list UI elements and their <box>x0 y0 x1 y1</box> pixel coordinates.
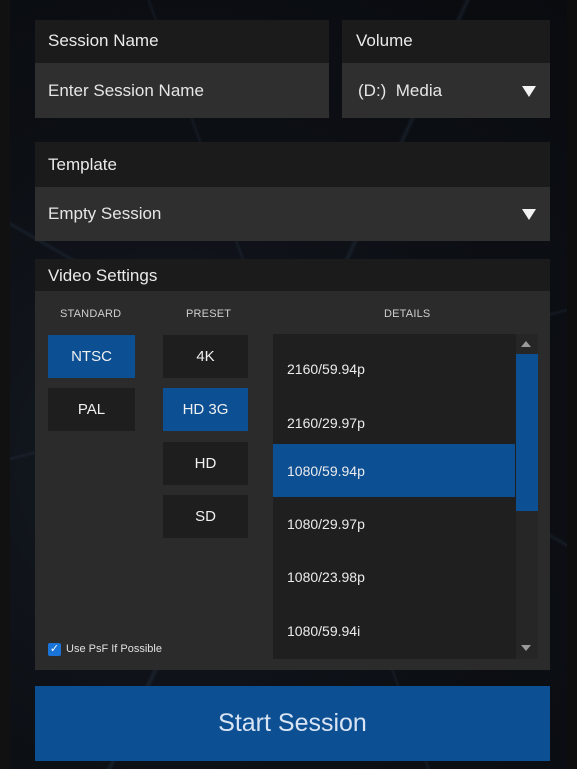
details-column-header: DETAILS <box>384 308 431 320</box>
preset-sd-button[interactable]: SD <box>163 495 248 538</box>
list-item[interactable]: 1080/23.98p <box>273 550 515 603</box>
standard-ntsc-button[interactable]: NTSC <box>48 335 135 378</box>
preset-4k-button[interactable]: 4K <box>163 335 248 378</box>
preset-hd-button[interactable]: HD <box>163 442 248 485</box>
session-name-label: Session Name <box>48 31 159 50</box>
chevron-down-icon[interactable] <box>522 86 536 97</box>
list-item[interactable]: 1080/59.94i <box>273 604 515 657</box>
chevron-down-icon[interactable] <box>522 209 536 220</box>
volume-dropdown[interactable]: (D:) Media <box>342 63 550 118</box>
scroll-down-icon[interactable] <box>521 645 531 651</box>
list-item[interactable]: 2160/29.97p <box>273 396 515 449</box>
scrollbar-thumb[interactable] <box>516 354 538 511</box>
volume-label: Volume <box>356 31 413 50</box>
scroll-up-icon[interactable] <box>521 341 531 347</box>
details-list[interactable]: 2160/59.94p 2160/29.97p 1080/59.94p 1080… <box>273 334 538 659</box>
list-item-selected[interactable]: 1080/59.94p <box>273 444 515 497</box>
checkmark-icon: ✓ <box>49 643 60 655</box>
template-label: Template <box>48 155 117 174</box>
template-dropdown[interactable]: Empty Session <box>35 187 550 241</box>
standard-pal-button[interactable]: PAL <box>48 388 135 431</box>
video-settings-label: Video Settings <box>48 266 158 285</box>
session-name-input[interactable]: Enter Session Name <box>35 63 329 118</box>
start-session-button[interactable]: Start Session <box>35 686 550 761</box>
preset-column-header: PRESET <box>186 308 232 320</box>
list-item[interactable]: 1080/29.97p <box>273 497 515 550</box>
list-item[interactable]: 2160/59.94p <box>273 342 515 395</box>
preset-hd3g-button[interactable]: HD 3G <box>163 388 248 431</box>
session-window: Session Name Enter Session Name Volume (… <box>0 0 577 769</box>
template-value: Empty Session <box>48 204 162 223</box>
left-edge <box>0 0 10 769</box>
session-name-placeholder: Enter Session Name <box>48 80 204 100</box>
psf-checkbox[interactable]: ✓ <box>48 643 61 656</box>
volume-value: (D:) Media <box>358 80 443 100</box>
psf-label: Use PsF If Possible <box>66 643 162 655</box>
right-edge <box>567 0 577 769</box>
standard-column-header: STANDARD <box>60 308 122 320</box>
